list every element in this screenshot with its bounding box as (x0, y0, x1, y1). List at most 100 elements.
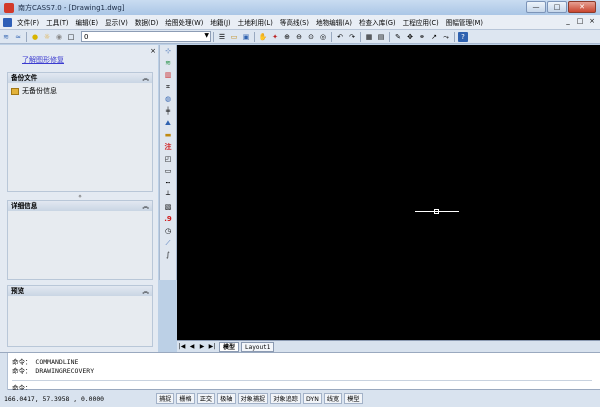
lineweight-mode-button[interactable]: 线宽 (323, 393, 343, 404)
menu-file[interactable]: 文件(F) (15, 17, 41, 27)
details-section: 详细信息 ︽ (7, 200, 153, 280)
bulb-icon[interactable]: ● (30, 32, 40, 42)
zoom-all-icon[interactable]: ⊙ (306, 32, 316, 42)
dyn-mode-button[interactable]: DYN (303, 393, 322, 404)
ortho-mode-button[interactable]: 正交 (196, 393, 216, 404)
document-menu-icon[interactable] (3, 17, 12, 27)
app-icon[interactable] (4, 2, 14, 13)
backup-section-header[interactable]: 备份文件 ︽ (8, 73, 152, 83)
color-icon[interactable]: □ (66, 32, 76, 42)
menu-feature-edit[interactable]: 地物编辑(A) (314, 17, 354, 27)
next-tab-button[interactable]: ▶ (197, 342, 207, 351)
open-icon[interactable]: ▭ (229, 32, 239, 42)
terrain-icon[interactable]: ⛰ (162, 118, 174, 129)
menu-view[interactable]: 显示(V) (103, 17, 130, 27)
first-tab-button[interactable]: |◀ (177, 342, 187, 351)
panel-splitter[interactable]: ⋄ (7, 193, 153, 200)
maximize-button[interactable]: □ (547, 1, 567, 13)
minimize-button[interactable]: — (526, 1, 546, 13)
toolbar-separator (331, 31, 332, 42)
boundary-icon[interactable]: ⌗ (162, 82, 174, 93)
hatch-icon[interactable]: ▧ (162, 202, 174, 213)
properties-icon[interactable]: ▤ (376, 32, 386, 42)
fence-icon[interactable]: ┴ (162, 190, 174, 201)
menu-check-import[interactable]: 检查入库(G) (357, 17, 398, 27)
collapse-icon[interactable]: ︽ (142, 73, 149, 83)
graphic-repair-link[interactable]: 了解图形修复 (22, 55, 64, 65)
line-icon[interactable]: ↗ (429, 32, 439, 42)
snap-icon[interactable]: ⚭ (417, 32, 427, 42)
water-icon[interactable]: ◍ (162, 94, 174, 105)
dashed-line-icon[interactable]: ┅ (162, 178, 174, 189)
layer-states-icon[interactable]: ≈ (13, 32, 23, 42)
command-window-grip[interactable] (0, 353, 8, 391)
otrack-mode-button[interactable]: 对象追踪 (270, 393, 301, 404)
details-section-header[interactable]: 详细信息 ︽ (8, 201, 152, 211)
ruler-icon[interactable]: ▬ (162, 130, 174, 141)
preview-section-header[interactable]: 预览 ︽ (8, 286, 152, 296)
model-mode-button[interactable]: 模型 (344, 393, 363, 404)
help-icon[interactable]: ? (458, 31, 468, 42)
clock-icon[interactable]: ◷ (162, 226, 174, 237)
collapse-icon[interactable]: ︽ (142, 201, 149, 211)
pencil-icon[interactable]: ✎ (393, 32, 403, 42)
menu-bar: 文件(F) 工具(T) 编辑(E) 显示(V) 数据(D) 绘图处理(W) 地籍… (0, 15, 600, 30)
doc-minimize-button[interactable]: _ (563, 17, 573, 27)
zoom-previous-icon[interactable]: ⊖ (294, 32, 304, 42)
doc-restore-button[interactable]: □ (575, 17, 585, 27)
menu-cadastre[interactable]: 地籍(J) (208, 17, 232, 27)
menu-edit[interactable]: 编辑(E) (74, 17, 101, 27)
polyline-icon[interactable]: ⤳ (441, 32, 451, 42)
move-icon[interactable]: ✥ (405, 32, 415, 42)
menu-data[interactable]: 数据(D) (133, 17, 160, 27)
annotation-text-icon[interactable]: 注 (162, 142, 174, 153)
tab-layout1[interactable]: Layout1 (241, 341, 275, 352)
close-button[interactable]: ✕ (568, 1, 596, 13)
drawing-canvas[interactable] (177, 45, 600, 340)
toolbar-separator (26, 31, 27, 42)
slash-line-icon[interactable]: ⟋ (162, 238, 174, 249)
menu-contour[interactable]: 等高线(S) (278, 17, 311, 27)
save-icon[interactable]: ▣ (241, 32, 251, 42)
grid-mode-button[interactable]: 栅格 (176, 393, 195, 404)
redo-icon[interactable]: ↷ (347, 32, 357, 42)
doc-close-button[interactable]: × (587, 17, 597, 27)
zoom-realtime-icon[interactable]: ✦ (270, 32, 280, 42)
prev-tab-button[interactable]: ◀ (187, 342, 197, 351)
layer-select[interactable]: 0 ▼ (81, 31, 211, 42)
chevron-down-icon[interactable]: ▼ (204, 32, 209, 39)
panel-close-icon[interactable]: × (150, 47, 156, 55)
pan-icon[interactable]: ✋ (258, 32, 268, 42)
osnap-mode-button[interactable]: 对象捕捉 (237, 393, 269, 404)
zoom-extents-icon[interactable]: ◎ (318, 32, 328, 42)
menu-engineering[interactable]: 工程应用(C) (401, 17, 441, 27)
rect-outline-icon[interactable]: ▭ (162, 166, 174, 177)
menu-land-use[interactable]: 土地利用(L) (236, 17, 275, 27)
toolbar-separator (254, 31, 255, 42)
menu-tools[interactable]: 工具(T) (44, 17, 70, 27)
curve-icon[interactable]: ∫ (162, 250, 174, 261)
road-icon[interactable]: ≋ (162, 58, 174, 69)
zoom-window-icon[interactable]: ⊕ (282, 32, 292, 42)
undo-icon[interactable]: ↶ (335, 32, 345, 42)
sun-icon[interactable]: ☼ (42, 32, 52, 42)
backup-list-item[interactable]: 无备份信息 (8, 83, 152, 99)
lock-icon[interactable]: ◉ (54, 32, 64, 42)
calculator-icon[interactable]: ▦ (364, 32, 374, 42)
point-icon[interactable]: ⊹ (162, 46, 174, 57)
menu-drawing[interactable]: 绘图处理(W) (163, 17, 205, 27)
rect-icon[interactable]: ◰ (162, 154, 174, 165)
list-icon[interactable]: ☰ (217, 32, 227, 42)
tab-model[interactable]: 模型 (219, 341, 240, 352)
collapse-icon[interactable]: ︽ (142, 286, 149, 296)
pipeline-icon[interactable]: ╪ (162, 106, 174, 117)
main-toolbar: ≋ ≈ ● ☼ ◉ □ 0 ▼ ☰ ▭ ▣ ✋ ✦ ⊕ ⊖ ⊙ ◎ ↶ ↷ ▦ … (0, 30, 600, 44)
last-tab-button[interactable]: ▶| (207, 342, 217, 351)
document-controls: _ □ × (563, 17, 597, 27)
layer-manager-icon[interactable]: ≋ (1, 32, 11, 42)
menu-sheet-management[interactable]: 图幅管理(M) (444, 17, 485, 27)
polar-mode-button[interactable]: 极轴 (217, 393, 236, 404)
elevation-point-icon[interactable]: .9 (162, 214, 174, 225)
building-icon[interactable]: ▥ (162, 70, 174, 81)
snap-mode-button[interactable]: 捕捉 (156, 393, 175, 404)
